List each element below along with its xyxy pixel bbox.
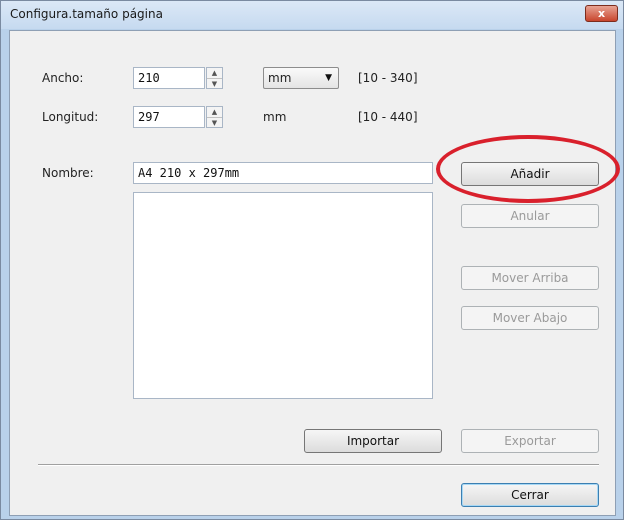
nombre-input[interactable]: A4 210 x 297mm [133,162,433,184]
spin-down-icon[interactable]: ▼ [207,118,222,128]
spin-down-icon[interactable]: ▼ [207,79,222,89]
anadir-button[interactable]: Añadir [461,162,599,186]
ancho-label: Ancho: [42,71,84,85]
close-icon: x [597,7,606,20]
anular-button[interactable]: Anular [461,204,599,228]
mover-abajo-button[interactable]: Mover Abajo [461,306,599,330]
importar-button[interactable]: Importar [304,429,442,453]
ancho-spinner[interactable]: ▲ ▼ [206,67,223,89]
title-bar: Configura.tamaño página x [1,1,623,29]
ancho-range: [10 - 340] [358,71,418,85]
longitud-input[interactable]: 297 [133,106,205,128]
spin-up-icon[interactable]: ▲ [207,68,222,79]
longitud-label: Longitud: [42,110,99,124]
cerrar-button[interactable]: Cerrar [461,483,599,507]
separator-line [38,464,599,466]
mover-arriba-button[interactable]: Mover Arriba [461,266,599,290]
nombre-label: Nombre: [42,166,94,180]
longitud-range: [10 - 440] [358,110,418,124]
window-title: Configura.tamaño página [10,7,163,21]
exportar-button[interactable]: Exportar [461,429,599,453]
page-size-dialog: Configura.tamaño página x Ancho: 210 ▲ ▼… [0,0,624,520]
dialog-body: Ancho: 210 ▲ ▼ mm ▼ [10 - 340] Longitud:… [9,30,616,516]
page-size-list[interactable] [133,192,433,399]
chevron-down-icon: ▼ [325,73,332,83]
unit-select[interactable]: mm ▼ [263,67,339,89]
ancho-input[interactable]: 210 [133,67,205,89]
close-button[interactable]: x [585,5,618,22]
longitud-unit: mm [263,110,287,124]
spin-up-icon[interactable]: ▲ [207,107,222,118]
longitud-spinner[interactable]: ▲ ▼ [206,106,223,128]
unit-select-value: mm [268,71,292,85]
